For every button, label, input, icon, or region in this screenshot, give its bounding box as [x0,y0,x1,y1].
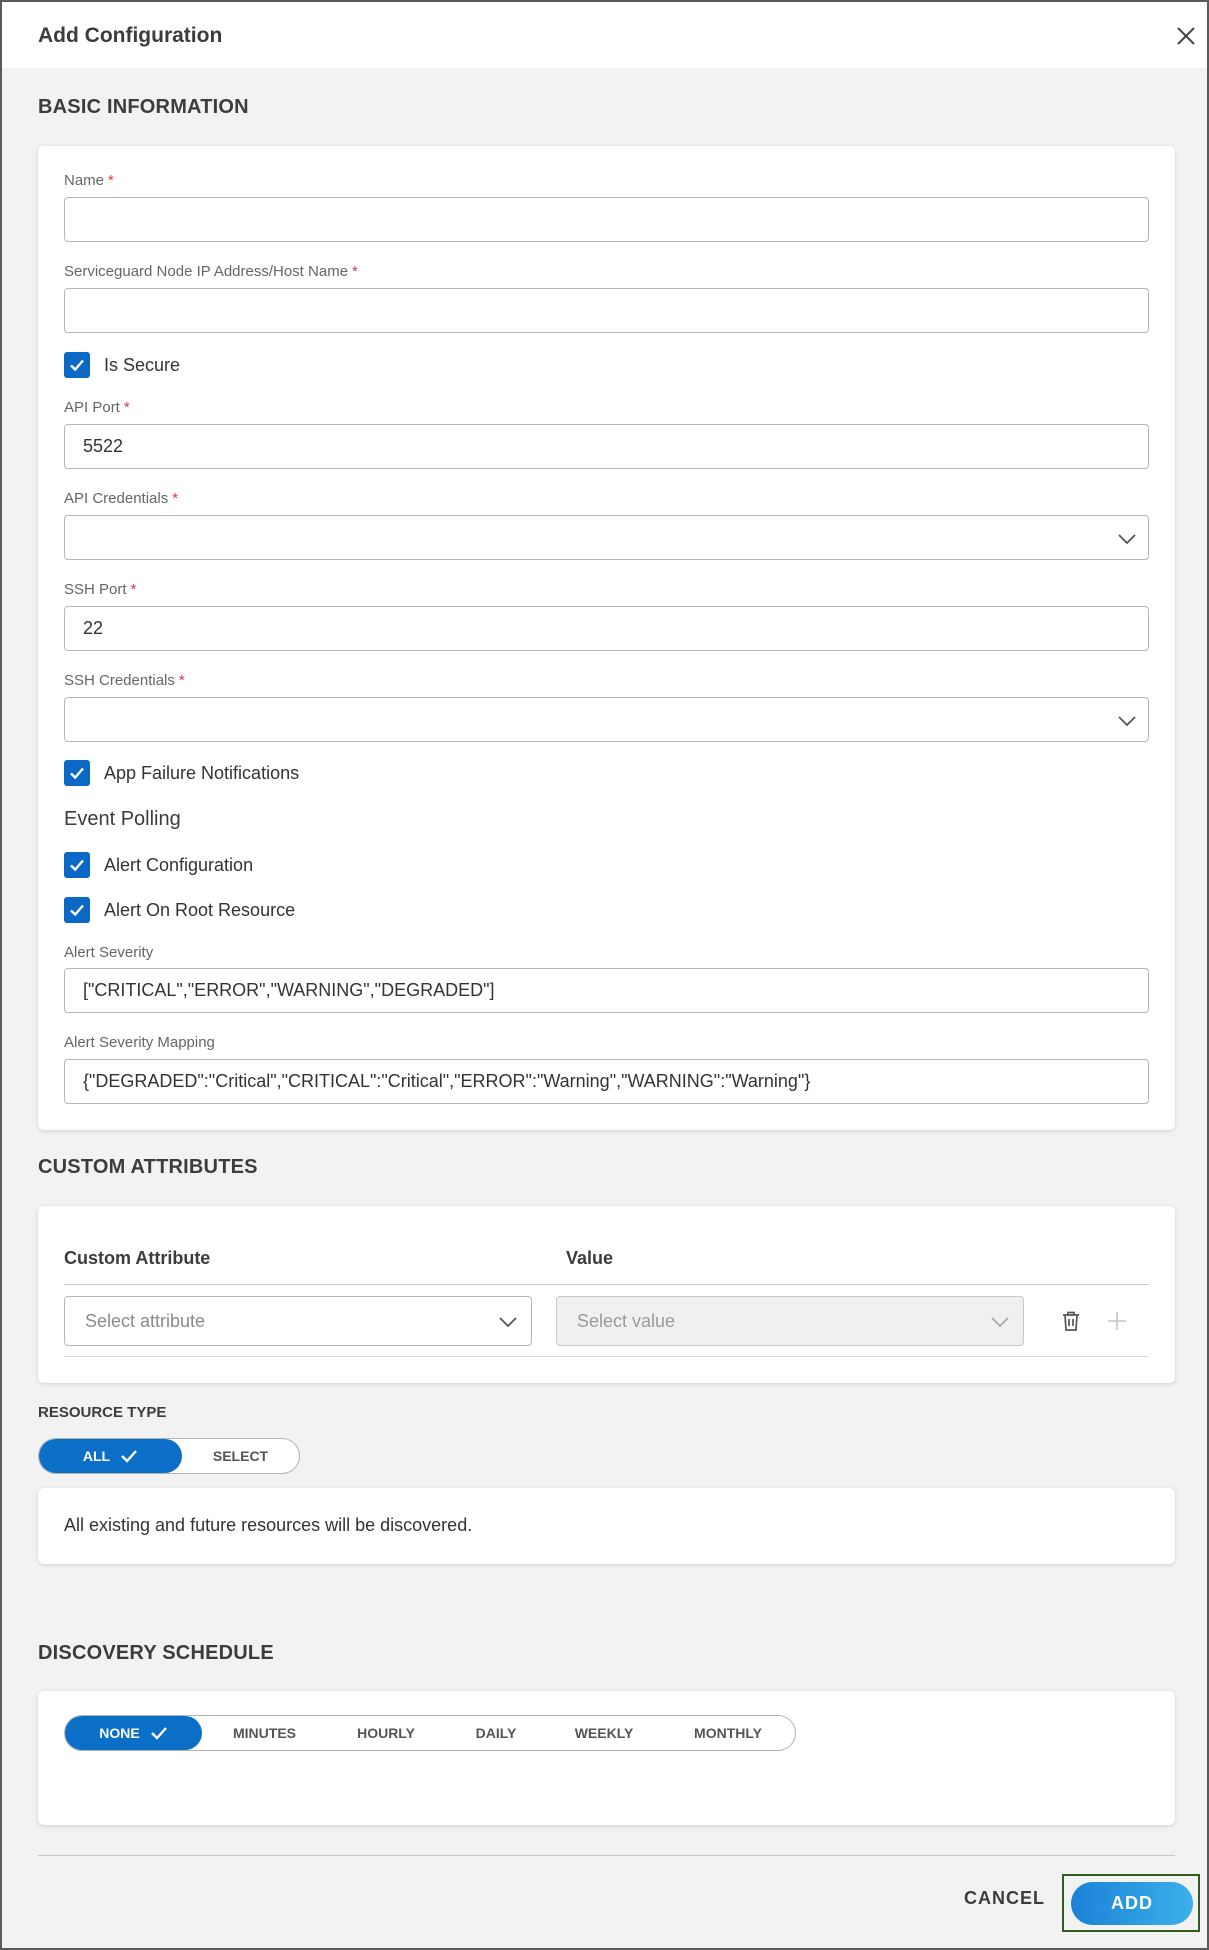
app-failure-label: App Failure Notifications [104,762,300,783]
alert-severity-input[interactable] [64,968,1149,1013]
delete-row-button[interactable] [1059,1309,1083,1333]
schedule-weekly-option[interactable]: WEEKLY [547,1716,661,1750]
is-secure-label: Is Secure [104,354,181,375]
chevron-down-icon [991,1317,1009,1328]
alert-root-checkbox[interactable]: Alert On Root Resource [64,896,295,924]
schedule-daily-option[interactable]: DAILY [445,1716,547,1750]
dialog-title: Add Configuration [38,24,223,47]
custom-attribute-column-header: Custom Attribute [64,1248,211,1268]
schedule-hourly-option[interactable]: HOURLY [327,1716,445,1750]
table-header-divider [64,1284,1149,1285]
plus-icon [1108,1312,1126,1330]
cancel-button[interactable]: CANCEL [964,1888,1045,1909]
event-polling-heading: Event Polling [64,808,181,830]
value-select: Select value [556,1296,1024,1346]
checkmark-icon [121,1450,138,1463]
alert-configuration-checkbox[interactable]: Alert Configuration [64,851,253,879]
ssh-credentials-label: SSH Credentials * [64,672,185,689]
checkbox-checked-icon [64,897,90,923]
alert-mapping-input[interactable] [64,1059,1149,1104]
chevron-down-icon [1118,716,1136,727]
name-label: Name * [64,172,114,189]
app-failure-checkbox[interactable]: App Failure Notifications [64,759,299,787]
name-input[interactable] [64,197,1149,242]
value-column-header: Value [566,1248,614,1268]
alert-root-label: Alert On Root Resource [104,899,296,920]
api-port-label: API Port * [64,399,130,416]
host-input[interactable] [64,288,1149,333]
checkbox-checked-icon [64,760,90,786]
schedule-toggle: NONE MINUTES HOURLY DAILY WEEKLY MONTHLY [64,1715,796,1751]
dialog-header: Add Configuration [2,2,1207,68]
checkbox-checked-icon [64,352,90,378]
api-credentials-label: API Credentials * [64,490,179,507]
alert-severity-label: Alert Severity [64,944,154,961]
attribute-select[interactable]: Select attribute [64,1296,532,1346]
footer-divider [38,1855,1175,1856]
close-icon [1177,27,1195,45]
resource-all-option[interactable]: ALL [39,1439,182,1473]
discovery-schedule-heading: DISCOVERY SCHEDULE [38,1642,274,1664]
host-label: Serviceguard Node IP Address/Host Name * [64,263,358,280]
ssh-port-input[interactable] [64,606,1149,651]
add-configuration-dialog: Add Configuration BASIC INFORMATION Name… [0,0,1209,1950]
discovery-schedule-card [38,1691,1175,1825]
schedule-minutes-option[interactable]: MINUTES [202,1716,327,1750]
ssh-credentials-select[interactable] [64,697,1149,742]
add-button[interactable]: ADD [1071,1882,1193,1925]
schedule-none-option[interactable]: NONE [65,1716,202,1750]
is-secure-checkbox[interactable]: Is Secure [64,351,180,379]
resource-type-toggle: ALL SELECT [38,1438,300,1474]
close-button[interactable] [1174,24,1198,48]
resource-select-option[interactable]: SELECT [182,1439,299,1473]
checkmark-icon [150,1727,167,1740]
api-port-input[interactable] [64,424,1149,469]
resource-description-text: All existing and future resources will b… [64,1515,473,1535]
trash-icon [1063,1311,1079,1331]
alert-configuration-label: Alert Configuration [104,854,254,875]
resource-type-heading: RESOURCE TYPE [38,1404,167,1421]
chevron-down-icon [499,1317,517,1328]
table-row-divider [64,1356,1149,1357]
schedule-monthly-option[interactable]: MONTHLY [661,1716,795,1750]
checkbox-checked-icon [64,852,90,878]
api-credentials-select[interactable] [64,515,1149,560]
add-row-button[interactable] [1105,1309,1129,1333]
basic-information-heading: BASIC INFORMATION [38,96,249,118]
chevron-down-icon [1118,534,1136,545]
custom-attributes-heading: CUSTOM ATTRIBUTES [38,1156,258,1178]
ssh-port-label: SSH Port * [64,581,137,598]
resource-description-card: All existing and future resources will b… [38,1488,1175,1564]
alert-mapping-label: Alert Severity Mapping [64,1034,215,1051]
